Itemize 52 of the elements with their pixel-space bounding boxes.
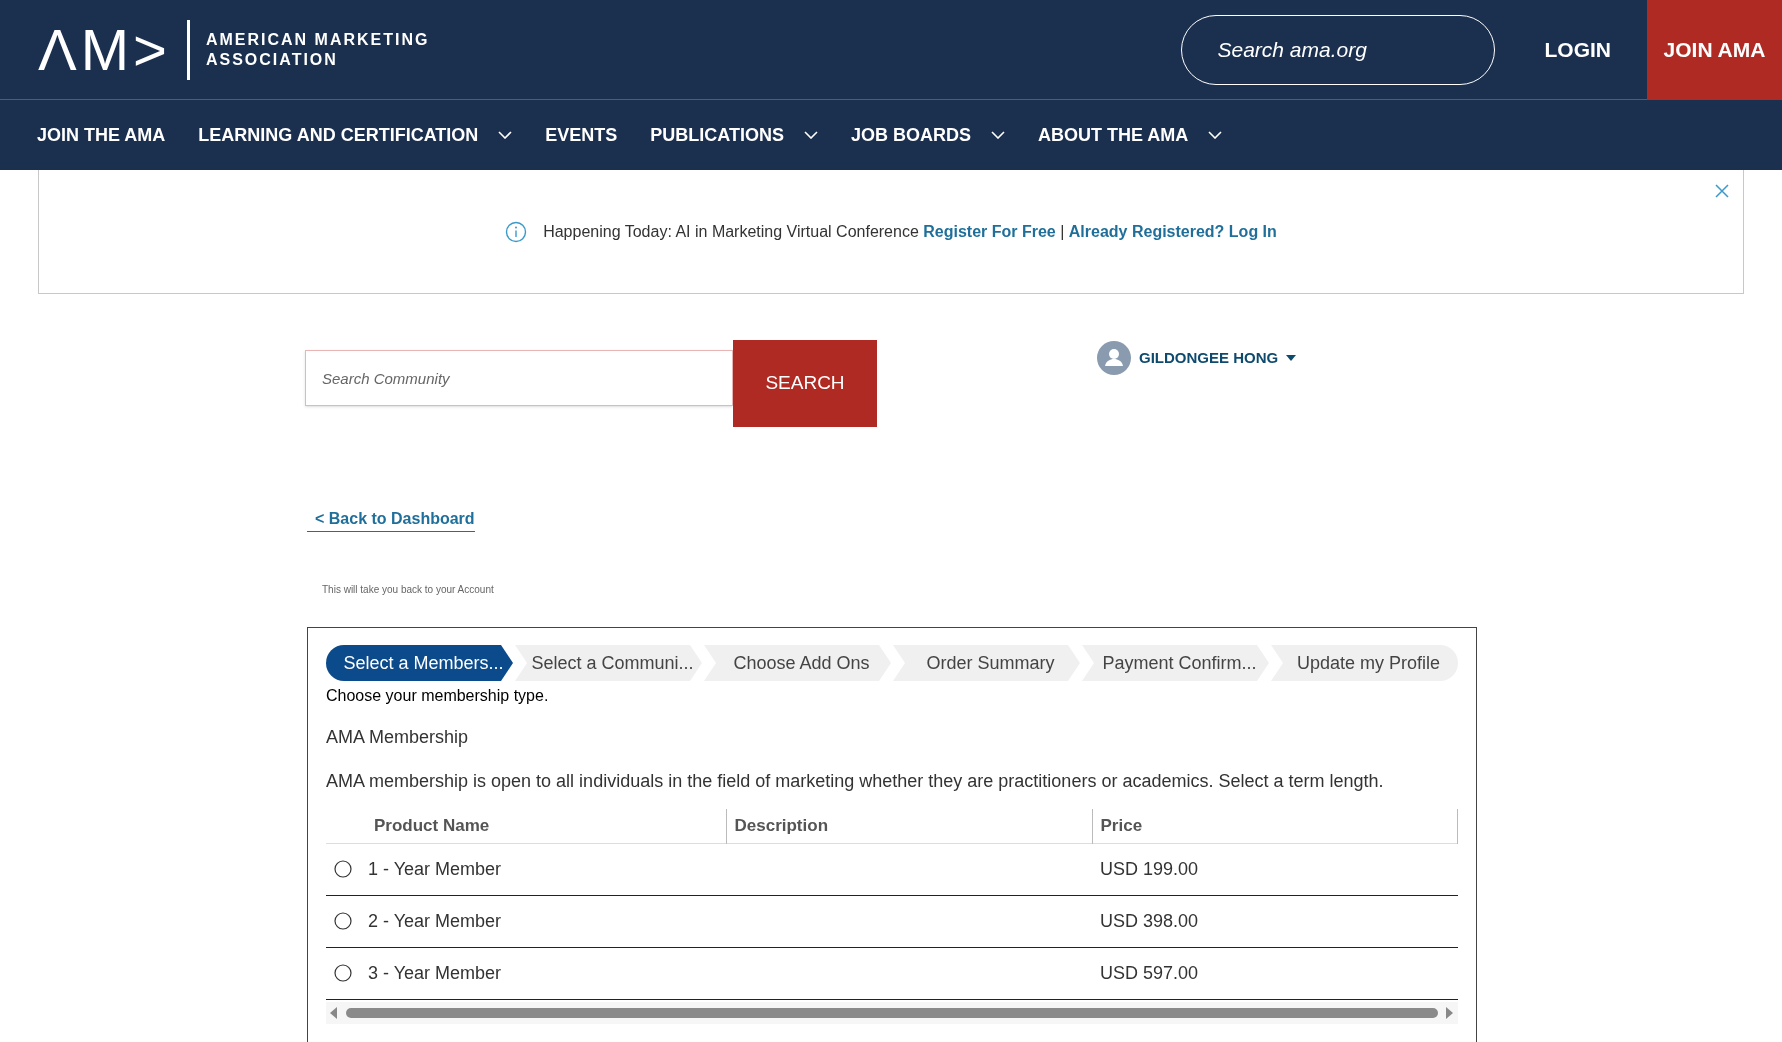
section-title: AMA Membership — [326, 726, 470, 749]
close-icon[interactable] — [1715, 184, 1729, 198]
logo-text: ASSOCIATION — [205, 49, 339, 70]
column-header[interactable]: Price — [1100, 816, 1143, 835]
radio-button[interactable] — [334, 964, 352, 982]
search-button[interactable]: SEARCH — [733, 340, 877, 427]
announcement-text: Happening Today: AI in Marketing Virtual Conference Register For Free | Already Registered? Log In — [543, 221, 1277, 242]
logo-text: AMERICAN MARKETING — [205, 29, 430, 50]
wizard-step[interactable]: Update my Profile — [1271, 645, 1458, 681]
register-link[interactable]: Register For Free — [923, 222, 1056, 240]
login-link[interactable]: Already Registered? Log In — [1068, 222, 1277, 240]
nav-item[interactable]: LEARNING AND CERTIFICATION — [198, 121, 513, 149]
nav-item[interactable]: JOIN THE AMA — [37, 121, 166, 149]
radio-button[interactable] — [334, 912, 352, 930]
back-hint-text: This will take you back to your Account — [321, 583, 495, 597]
login-link[interactable]: LOGIN — [1532, 33, 1623, 66]
chevron-down-icon — [1208, 131, 1223, 139]
wizard-step[interactable]: Select a Communi... — [515, 645, 702, 681]
wizard-step[interactable]: Select a Members... — [326, 645, 513, 681]
info-icon — [505, 220, 528, 243]
nav-item[interactable]: EVENTS — [545, 121, 618, 149]
product-name: 2 - Year Member — [368, 910, 502, 931]
back-to-dashboard-link[interactable]: < Back to Dashboard — [307, 507, 475, 532]
join-button[interactable]: JOIN AMA — [1647, 0, 1782, 100]
chevron-down-icon — [498, 131, 513, 139]
site-search-field[interactable]: Search ama.org — [1180, 14, 1495, 85]
scroll-right-icon[interactable] — [1446, 1006, 1454, 1019]
radio-button[interactable] — [334, 860, 352, 878]
wizard-step[interactable]: Choose Add Ons — [704, 645, 891, 681]
price: USD 597.00 — [1100, 962, 1199, 983]
horizontal-scrollbar[interactable] — [326, 1001, 1458, 1024]
nav-item[interactable]: ABOUT THE AMA — [1038, 121, 1223, 149]
price: USD 199.00 — [1100, 858, 1199, 879]
column-header[interactable]: Description — [734, 816, 829, 835]
chevron-down-icon — [991, 131, 1006, 139]
wizard-step[interactable]: Order Summary — [893, 645, 1080, 681]
scroll-left-icon[interactable] — [330, 1006, 338, 1019]
price: USD 398.00 — [1100, 910, 1199, 931]
product-name: 1 - Year Member — [368, 858, 502, 879]
column-header[interactable]: Product Name — [374, 816, 490, 835]
user-menu[interactable]: GILDONGEE HONG — [1097, 340, 1297, 376]
chevron-down-icon — [804, 131, 819, 139]
nav-item[interactable]: PUBLICATIONS — [650, 121, 819, 149]
instruction-text: Choose your membership type. — [326, 686, 550, 706]
logo-mark[interactable]: ΛM> — [38, 20, 171, 79]
nav-item[interactable]: JOB BOARDS — [851, 121, 1006, 149]
product-name: 3 - Year Member — [368, 962, 502, 983]
section-description: AMA membership is open to all individuals in the field of marketing whether they are practitioners or academics. Select a term length. — [326, 770, 1385, 793]
caret-icon — [1286, 355, 1297, 361]
user-avatar-icon — [1097, 341, 1131, 375]
community-search-field[interactable]: Search Community — [305, 350, 733, 406]
wizard-step[interactable]: Payment Confirm... — [1082, 645, 1269, 681]
